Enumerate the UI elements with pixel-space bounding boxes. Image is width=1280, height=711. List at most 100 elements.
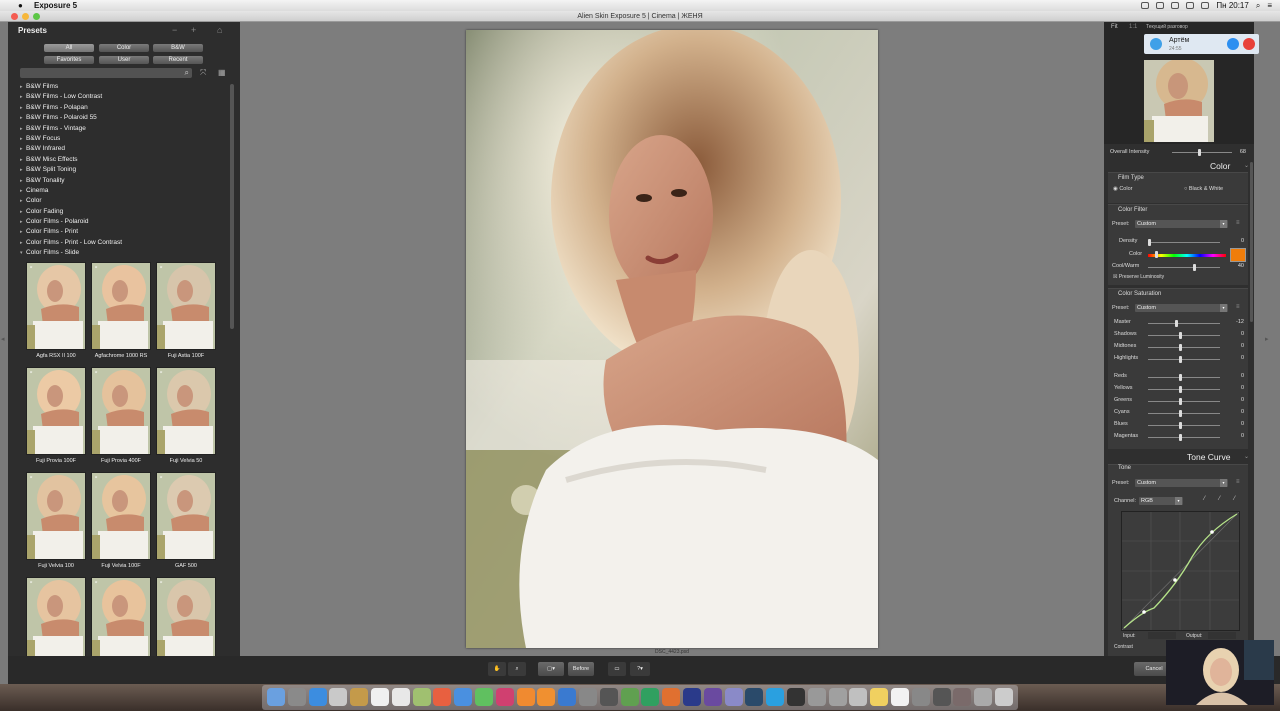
tree-item[interactable]: ▸ Color Fading [20, 207, 225, 217]
tab-user[interactable]: User [99, 56, 149, 64]
help-icon[interactable]: ?▾ [630, 662, 650, 676]
slider-knob[interactable] [1198, 149, 1201, 156]
gray-point-eyedropper-icon[interactable]: ⁄ [1219, 496, 1220, 502]
dock-app-icon[interactable] [412, 688, 431, 706]
hand-tool-icon[interactable]: ✋ [488, 662, 506, 676]
tab-bw[interactable]: B&W [153, 44, 203, 52]
preset-thumbnail[interactable]: ⌅ Fuji Provia 400F [91, 367, 151, 464]
favorite-mark-icon[interactable]: ⌅ [94, 264, 98, 270]
favorite-mark-icon[interactable]: ⌅ [159, 474, 163, 480]
dock-app-icon[interactable] [807, 688, 826, 706]
slider-knob[interactable] [1179, 332, 1182, 339]
overall-intensity-slider[interactable]: Overall Intensity 68 [1110, 148, 1246, 157]
navigator-thumbnail[interactable] [1144, 60, 1214, 142]
dock-app-icon[interactable] [391, 688, 410, 706]
dock-app-icon[interactable] [870, 688, 889, 706]
preview-photo[interactable] [466, 30, 878, 648]
preset-thumbnail[interactable]: ⌅ [156, 577, 216, 665]
collapse-icon[interactable]: ⤧ [200, 68, 206, 78]
tree-item[interactable]: ▸ B&W Split Toning [20, 165, 225, 175]
coolwarm-slider[interactable] [1193, 264, 1196, 271]
preset-thumbnail[interactable]: ⌅ GAF 500 [156, 472, 216, 569]
favorite-mark-icon[interactable]: ⌅ [94, 474, 98, 480]
tree-item[interactable]: ▸ B&W Infrared [20, 144, 225, 154]
saturation-slider-highlights[interactable]: Highlights 0 [1108, 355, 1248, 364]
chevron-down-icon[interactable]: ⌄ [1244, 162, 1249, 169]
dock-app-icon[interactable] [766, 688, 785, 706]
tree-item-expanded[interactable]: ▾ Color Films - Slide [20, 248, 225, 258]
dock-app-icon[interactable] [599, 688, 618, 706]
status-icon[interactable] [1171, 2, 1180, 9]
favorite-mark-icon[interactable]: ⌅ [159, 369, 163, 375]
before-button[interactable]: Before [568, 662, 594, 676]
dock-app-icon[interactable] [787, 688, 805, 706]
dock-app-icon[interactable] [995, 688, 1013, 706]
preset-scrollbar[interactable] [230, 84, 234, 329]
tree-item[interactable]: ▸ B&W Films - Polaroid 55 [20, 113, 225, 123]
call-notification[interactable]: Артём 24:55 [1144, 34, 1259, 54]
dock-app-icon[interactable] [891, 688, 909, 706]
preset-thumbnail[interactable]: ⌅ Fuji Velvia 50 [156, 367, 216, 464]
tab-color[interactable]: Color [99, 44, 149, 52]
curve-point[interactable] [1173, 578, 1177, 582]
black-point-eyedropper-icon[interactable]: ⁄ [1204, 496, 1205, 502]
slider-knob[interactable] [1179, 374, 1182, 381]
tree-item[interactable]: ▸ B&W Films - Low Contrast [20, 92, 225, 102]
minus-icon[interactable]: − [172, 25, 177, 35]
tree-item[interactable]: ▸ B&W Films [20, 82, 225, 92]
saturation-slider-reds[interactable]: Reds 0 [1108, 373, 1248, 382]
dock-app-icon[interactable] [703, 688, 722, 706]
preset-menu-icon[interactable]: ≡ [1236, 220, 1240, 226]
favorite-mark-icon[interactable]: ⌅ [29, 264, 33, 270]
dock-app-icon[interactable] [516, 688, 535, 706]
color-filter-preset-select[interactable]: Custom ▾ [1135, 220, 1228, 228]
preset-thumbnail[interactable]: ⌅ Agfachrome 1000 RS [91, 262, 151, 359]
favorite-mark-icon[interactable]: ⌅ [29, 579, 33, 585]
slider-knob[interactable] [1179, 422, 1182, 429]
dock-app-icon[interactable] [267, 688, 285, 706]
tree-item[interactable]: ▸ B&W Misc Effects [20, 155, 225, 165]
section-color[interactable]: Color [1210, 161, 1230, 171]
saturation-slider-cyans[interactable]: Cyans 0 [1108, 409, 1248, 418]
chevron-down-icon[interactable]: ⌄ [1244, 453, 1249, 460]
tab-all[interactable]: All [44, 44, 94, 52]
slider-knob[interactable] [1179, 356, 1182, 363]
dock-app-icon[interactable] [662, 688, 681, 706]
zoom-fit-button[interactable]: Fit [1111, 24, 1118, 30]
favorite-mark-icon[interactable]: ⌅ [94, 579, 98, 585]
dock-app-icon[interactable] [329, 688, 348, 706]
preset-thumbnail[interactable]: ⌅ Fuji Provia 100F [26, 367, 86, 464]
dock-app-icon[interactable] [911, 688, 930, 706]
dock-app-icon[interactable] [641, 688, 660, 706]
clock[interactable]: Пн 20:17 [1216, 0, 1248, 11]
tree-item[interactable]: ▸ Color Films - Print [20, 227, 225, 237]
saturation-slider-blues[interactable]: Blues 0 [1108, 421, 1248, 430]
tree-item[interactable]: ▸ Color Films - Print - Low Contrast [20, 238, 225, 248]
battery-icon[interactable] [1201, 2, 1210, 9]
hue-knob[interactable] [1155, 251, 1158, 258]
dock-app-icon[interactable] [495, 688, 514, 706]
home-icon[interactable]: ⌂ [217, 25, 222, 35]
tab-favorites[interactable]: Favorites [44, 56, 94, 64]
saturation-slider-magentas[interactable]: Magentas 0 [1108, 433, 1248, 442]
preset-menu-icon[interactable]: ≡ [1236, 479, 1240, 485]
grid-view-icon[interactable]: ▦ [218, 68, 226, 77]
slider-knob[interactable] [1179, 434, 1182, 441]
slider-knob[interactable] [1179, 410, 1182, 417]
image-canvas[interactable]: DSC_4423.psd [240, 22, 1104, 656]
density-slider[interactable] [1148, 239, 1151, 246]
preset-thumbnail[interactable]: ⌅ [91, 577, 151, 665]
saturation-slider-shadows[interactable]: Shadows 0 [1108, 331, 1248, 340]
dock-app-icon[interactable] [475, 688, 493, 706]
status-icon[interactable] [1141, 2, 1150, 9]
color-hue-slider[interactable] [1148, 254, 1226, 257]
tree-item[interactable]: ▸ B&W Focus [20, 134, 225, 144]
preset-menu-icon[interactable]: ≡ [1236, 304, 1240, 310]
dock-app-icon[interactable] [579, 688, 597, 706]
slider-knob[interactable] [1175, 320, 1179, 327]
section-tone-curve[interactable]: Tone Curve [1187, 452, 1230, 462]
favorite-mark-icon[interactable]: ⌅ [159, 579, 163, 585]
comment-icon[interactable]: ▭ [608, 662, 626, 676]
saturation-preset-select[interactable]: Custom ▾ [1135, 304, 1228, 312]
status-icon[interactable] [1156, 2, 1165, 9]
